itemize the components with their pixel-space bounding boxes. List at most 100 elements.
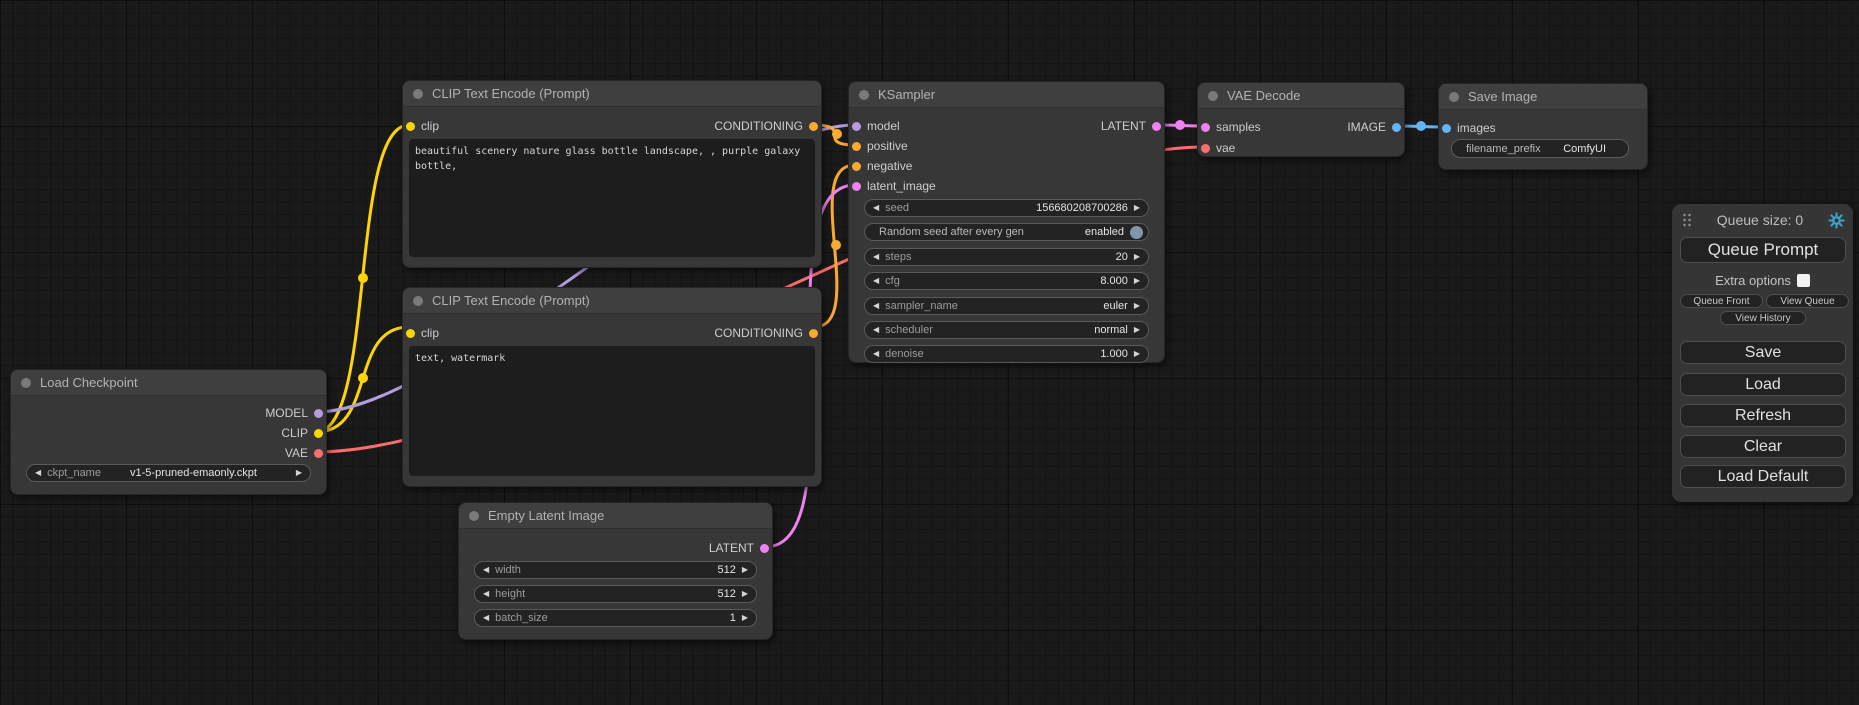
- clip-port-icon[interactable]: [314, 429, 323, 438]
- increment-arrow-icon[interactable]: ▶: [1134, 253, 1140, 261]
- decrement-arrow-icon[interactable]: ◀: [35, 469, 41, 477]
- conditioning-port-icon[interactable]: [809, 329, 818, 338]
- latent-port-icon[interactable]: [1152, 122, 1161, 131]
- widget-value[interactable]: 512: [717, 564, 735, 576]
- load-button[interactable]: Load: [1680, 373, 1846, 396]
- random-seed-toggle-widget[interactable]: Random seed after every gen enabled: [864, 223, 1149, 241]
- conditioning-port-icon[interactable]: [809, 122, 818, 131]
- image-port-icon[interactable]: [1392, 123, 1401, 132]
- node-ksampler[interactable]: KSampler model positive negative latent_…: [848, 81, 1165, 363]
- decrement-arrow-icon[interactable]: ◀: [873, 204, 879, 212]
- input-negative[interactable]: negative: [852, 157, 912, 175]
- widget-value[interactable]: 8.000: [1100, 275, 1128, 287]
- node-title-bar[interactable]: VAE Decode: [1198, 83, 1404, 109]
- widget-value[interactable]: 20: [1116, 251, 1128, 263]
- save-button[interactable]: Save: [1680, 341, 1846, 364]
- decrement-arrow-icon[interactable]: ◀: [873, 302, 879, 310]
- output-model[interactable]: MODEL: [265, 404, 323, 422]
- batch-size-widget[interactable]: ◀ batch_size 1 ▶: [474, 609, 757, 627]
- clip-port-icon[interactable]: [406, 329, 415, 338]
- prompt-textarea[interactable]: beautiful scenery nature glass bottle la…: [409, 139, 815, 257]
- toggle-icon[interactable]: [1130, 226, 1143, 239]
- node-save-image[interactable]: Save Image images filename_prefix ComfyU…: [1438, 83, 1648, 170]
- denoise-widget[interactable]: ◀ denoise 1.000 ▶: [864, 345, 1149, 363]
- output-conditioning[interactable]: CONDITIONING: [714, 117, 818, 135]
- node-load-checkpoint[interactable]: Load Checkpoint MODEL CLIP VAE ◀ ckpt_na…: [10, 369, 327, 495]
- node-clip-text-encode-positive[interactable]: CLIP Text Encode (Prompt) clip CONDITION…: [402, 80, 822, 268]
- seed-widget[interactable]: ◀ seed 156680208700286 ▶: [864, 199, 1149, 217]
- decrement-arrow-icon[interactable]: ◀: [483, 566, 489, 574]
- prompt-textarea[interactable]: text, watermark: [409, 346, 815, 476]
- increment-arrow-icon[interactable]: ▶: [1134, 277, 1140, 285]
- clear-button[interactable]: Clear: [1680, 435, 1846, 458]
- sampler-name-widget[interactable]: ◀ sampler_name euler ▶: [864, 297, 1149, 315]
- collapse-dot-icon[interactable]: [859, 90, 869, 100]
- input-latent-image[interactable]: latent_image: [852, 177, 936, 195]
- input-samples[interactable]: samples: [1201, 118, 1261, 136]
- widget-value[interactable]: ComfyUI: [1563, 143, 1606, 155]
- extra-options-checkbox[interactable]: [1797, 274, 1810, 287]
- widget-value[interactable]: v1-5-pruned-emaonly.ckpt: [117, 467, 270, 479]
- node-title-bar[interactable]: Empty Latent Image: [459, 503, 772, 529]
- load-default-button[interactable]: Load Default: [1680, 465, 1846, 488]
- ckpt-name-widget[interactable]: ◀ ckpt_name v1-5-pruned-emaonly.ckpt ▶: [26, 464, 311, 482]
- input-clip[interactable]: clip: [406, 324, 439, 342]
- increment-arrow-icon[interactable]: ▶: [1134, 302, 1140, 310]
- collapse-dot-icon[interactable]: [1208, 91, 1218, 101]
- collapse-dot-icon[interactable]: [413, 89, 423, 99]
- refresh-button[interactable]: Refresh: [1680, 404, 1846, 427]
- node-clip-text-encode-negative[interactable]: CLIP Text Encode (Prompt) clip CONDITION…: [402, 287, 822, 487]
- height-widget[interactable]: ◀ height 512 ▶: [474, 585, 757, 603]
- conditioning-port-icon[interactable]: [852, 162, 861, 171]
- settings-gear-icon[interactable]: [1828, 212, 1845, 229]
- decrement-arrow-icon[interactable]: ◀: [483, 590, 489, 598]
- increment-arrow-icon[interactable]: ▶: [742, 566, 748, 574]
- node-title-bar[interactable]: CLIP Text Encode (Prompt): [403, 288, 821, 314]
- node-vae-decode[interactable]: VAE Decode samples vae IMAGE: [1197, 82, 1405, 157]
- input-positive[interactable]: positive: [852, 137, 908, 155]
- node-title-bar[interactable]: CLIP Text Encode (Prompt): [403, 81, 821, 107]
- model-port-icon[interactable]: [314, 409, 323, 418]
- output-latent[interactable]: LATENT: [1101, 117, 1161, 135]
- widget-value[interactable]: 156680208700286: [1036, 202, 1128, 214]
- increment-arrow-icon[interactable]: ▶: [296, 469, 302, 477]
- conditioning-port-icon[interactable]: [852, 142, 861, 151]
- output-image[interactable]: IMAGE: [1347, 118, 1401, 136]
- queue-prompt-button[interactable]: Queue Prompt: [1680, 237, 1846, 263]
- widget-value[interactable]: 1.000: [1100, 348, 1128, 360]
- view-history-button[interactable]: View History: [1720, 311, 1806, 325]
- input-clip[interactable]: clip: [406, 117, 439, 135]
- input-model[interactable]: model: [852, 117, 900, 135]
- view-queue-button[interactable]: View Queue: [1766, 294, 1849, 308]
- node-empty-latent-image[interactable]: Empty Latent Image LATENT ◀ width 512 ▶ …: [458, 502, 773, 640]
- widget-value[interactable]: 512: [717, 588, 735, 600]
- increment-arrow-icon[interactable]: ▶: [742, 590, 748, 598]
- latent-port-icon[interactable]: [1201, 123, 1210, 132]
- steps-widget[interactable]: ◀ steps 20 ▶: [864, 248, 1149, 266]
- increment-arrow-icon[interactable]: ▶: [1134, 350, 1140, 358]
- collapse-dot-icon[interactable]: [21, 378, 31, 388]
- output-vae[interactable]: VAE: [285, 444, 323, 462]
- latent-port-icon[interactable]: [760, 544, 769, 553]
- collapse-dot-icon[interactable]: [469, 511, 479, 521]
- decrement-arrow-icon[interactable]: ◀: [873, 326, 879, 334]
- scheduler-widget[interactable]: ◀ scheduler normal ▶: [864, 321, 1149, 339]
- widget-value[interactable]: euler: [1103, 300, 1127, 312]
- increment-arrow-icon[interactable]: ▶: [742, 614, 748, 622]
- output-clip[interactable]: CLIP: [281, 424, 323, 442]
- collapse-dot-icon[interactable]: [1449, 92, 1459, 102]
- latent-port-icon[interactable]: [852, 182, 861, 191]
- output-conditioning[interactable]: CONDITIONING: [714, 324, 818, 342]
- clip-port-icon[interactable]: [406, 122, 415, 131]
- drag-handle-icon[interactable]: [1682, 213, 1692, 227]
- queue-front-button[interactable]: Queue Front: [1680, 294, 1763, 308]
- decrement-arrow-icon[interactable]: ◀: [873, 350, 879, 358]
- node-title-bar[interactable]: Load Checkpoint: [11, 370, 326, 396]
- node-title-bar[interactable]: KSampler: [849, 82, 1164, 108]
- width-widget[interactable]: ◀ width 512 ▶: [474, 561, 757, 579]
- image-port-icon[interactable]: [1442, 124, 1451, 133]
- input-vae[interactable]: vae: [1201, 139, 1235, 157]
- decrement-arrow-icon[interactable]: ◀: [873, 277, 879, 285]
- decrement-arrow-icon[interactable]: ◀: [483, 614, 489, 622]
- widget-value[interactable]: 1: [730, 612, 736, 624]
